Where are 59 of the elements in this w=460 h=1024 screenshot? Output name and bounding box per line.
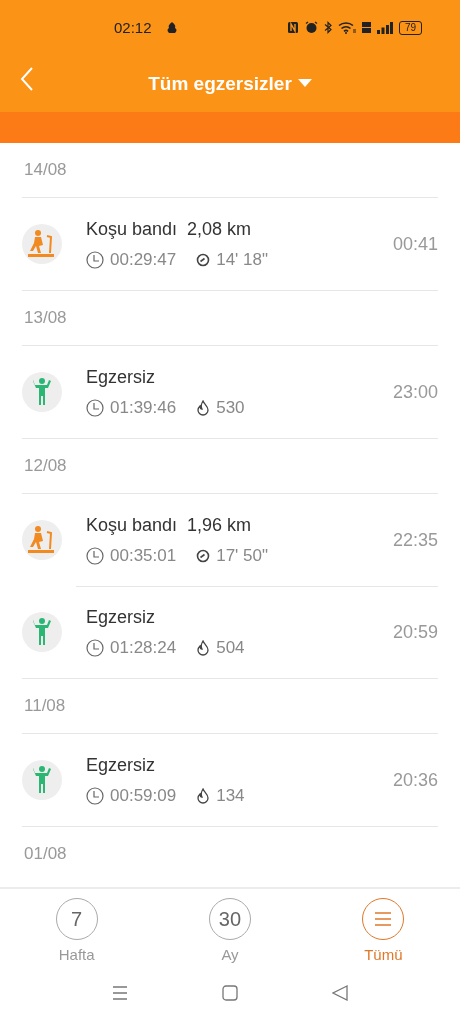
stat-text: 134: [216, 785, 245, 806]
duration-text: 00:59:09: [110, 785, 177, 806]
alarm-icon: [304, 21, 318, 34]
workout-row[interactable]: Egzersiz 01:39:46 530 23:00: [22, 345, 438, 439]
clock-icon: [86, 398, 104, 417]
date-heading: 11/08: [24, 696, 66, 717]
home-icon[interactable]: [222, 985, 238, 1002]
date-heading: 12/08: [24, 456, 67, 477]
date-heading: 14/08: [24, 160, 67, 181]
bluetooth-icon: [323, 21, 332, 34]
speedometer-icon: [196, 252, 211, 267]
date-heading: 01/08: [24, 844, 67, 865]
menu-icon[interactable]: [112, 986, 128, 1001]
workout-row[interactable]: Koşu bandı 1,96 km 00:35:01 17' 50" 22:35: [22, 493, 438, 587]
duration-text: 00:29:47: [110, 249, 177, 270]
stat-text: 14' 18": [216, 249, 268, 270]
person-icon: [22, 612, 62, 653]
workout-title: Egzersiz: [86, 754, 157, 776]
stat-text: 530: [216, 397, 245, 418]
workout-title: Egzersiz: [86, 366, 157, 388]
flame-icon: [196, 787, 211, 804]
workout-row[interactable]: Egzersiz 00:59:09 134 20:36: [22, 733, 438, 827]
flame-icon: [196, 399, 211, 416]
clock-icon: [86, 638, 104, 657]
treadmill-icon: [22, 224, 62, 265]
workout-time: 00:41: [392, 233, 438, 255]
back-icon[interactable]: [20, 67, 34, 91]
person-icon: [22, 372, 62, 413]
person-icon: [22, 760, 62, 801]
stat-text: 504: [216, 637, 245, 658]
workout-time: 20:59: [392, 621, 438, 643]
workout-time: 20:36: [392, 769, 438, 791]
speedometer-icon: [196, 548, 211, 563]
clock-icon: [86, 250, 104, 269]
duration-text: 00:35:01: [110, 545, 177, 566]
workout-row[interactable]: Egzersiz 01:28:24 504 20:59: [22, 586, 438, 679]
nav-tab[interactable]: 7 Hafta: [0, 889, 154, 969]
workout-title: Koşu bandı 1,96 km: [86, 514, 253, 536]
back-nav-icon[interactable]: [332, 985, 348, 1002]
workout-title: Koşu bandı 2,08 km: [86, 218, 253, 240]
signal-icon: [376, 21, 393, 34]
clock-icon: [86, 786, 104, 805]
battery-icon: 79: [398, 20, 422, 35]
status-time: 02:12: [114, 19, 152, 36]
workout-title: Egzersiz: [86, 606, 157, 628]
duration-text: 01:28:24: [110, 637, 177, 658]
workout-time: 22:35: [392, 529, 438, 551]
date-heading: 13/08: [24, 308, 67, 329]
duration-text: 01:39:46: [110, 397, 177, 418]
workout-time: 23:00: [392, 381, 438, 403]
clock-icon: [86, 546, 104, 565]
workout-row[interactable]: Koşu bandı 2,08 km 00:29:47 14' 18" 00:41: [22, 197, 438, 291]
flame-icon: [196, 639, 211, 656]
nfc-icon: [286, 21, 299, 34]
treadmill-icon: [22, 520, 62, 561]
wifi-icon: [337, 21, 356, 34]
nav-tab[interactable]: 30 Ay: [153, 889, 307, 969]
caret-icon[interactable]: [297, 79, 312, 88]
stat-text: 17' 50": [216, 545, 268, 566]
